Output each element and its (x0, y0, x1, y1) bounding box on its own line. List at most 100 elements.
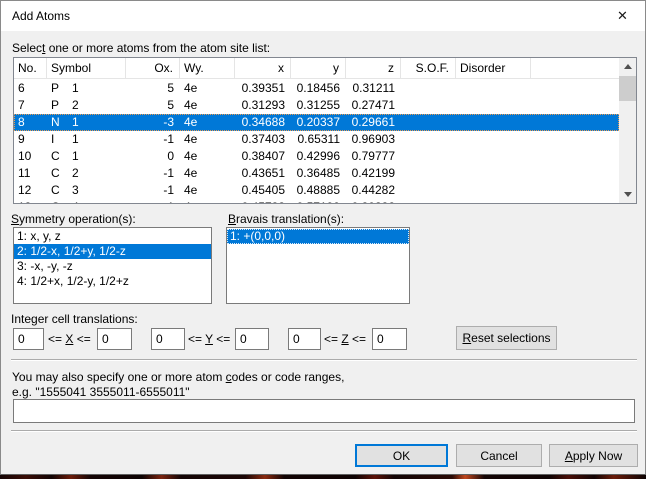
cell-x: 0.45405 (235, 182, 291, 199)
column-header-ox[interactable]: Ox. (126, 58, 180, 78)
codes-hint-line1: You may also specify one or more atom co… (12, 370, 344, 384)
list-item[interactable]: 4: 1/2+x, 1/2-y, 1/2+z (14, 274, 211, 289)
label-mnemonic: Z (341, 332, 348, 346)
apply-now-button[interactable]: Apply Now (549, 444, 638, 467)
cell-sof (401, 182, 456, 199)
column-header-wy[interactable]: Wy. (180, 58, 235, 78)
separator (11, 359, 637, 361)
bravais-translations-listbox[interactable]: 1: +(0,0,0) (226, 227, 410, 304)
cell-ox: -3 (126, 114, 180, 131)
scroll-down-button[interactable] (619, 186, 636, 203)
cell-no: 12 (14, 182, 47, 199)
select-atoms-label: Select one or more atoms from the atom s… (12, 41, 270, 55)
cell-y: 0.18456 (291, 80, 346, 97)
table-row[interactable]: 10C104e0.384070.429960.79777 (14, 148, 619, 165)
label-part: <= (349, 332, 366, 346)
cell-sof (401, 148, 456, 165)
x-min-input[interactable] (13, 328, 44, 350)
cell-wy: 4e (180, 165, 235, 182)
dialog-title: Add Atoms (12, 9, 70, 23)
table-row[interactable]: 12C3-14e0.454050.488850.44282 (14, 182, 619, 199)
table-row[interactable]: 7P254e0.312930.312550.27471 (14, 97, 619, 114)
cell-z: 0.44282 (346, 182, 401, 199)
list-item[interactable]: 1: +(0,0,0) (227, 229, 409, 244)
column-header-y[interactable]: y (291, 58, 346, 78)
add-atoms-dialog: Add Atoms ✕ Select one or more atoms fro… (0, 0, 646, 475)
label-part: Selec (12, 41, 42, 55)
vertical-scrollbar[interactable] (619, 58, 636, 203)
codes-hint-line2: e.g. "1555041 3555011-6555011" (12, 385, 190, 399)
scrollbar-thumb[interactable] (619, 76, 636, 101)
scroll-up-button[interactable] (619, 58, 636, 75)
cell-z: 0.96903 (346, 131, 401, 148)
cell-symbol: P2 (47, 97, 126, 114)
cell-ox: -1 (126, 165, 180, 182)
cell-disorder (456, 165, 531, 182)
cell-no: 8 (14, 114, 47, 131)
cell-y: 0.48885 (291, 182, 346, 199)
table-row[interactable]: 6P154e0.393510.184560.31211 (14, 80, 619, 97)
cell-wy: 4e (180, 131, 235, 148)
cell-disorder (456, 182, 531, 199)
column-header-disorder[interactable]: Disorder (456, 58, 531, 78)
table-row[interactable]: 11C2-14e0.436510.364850.42199 (14, 165, 619, 182)
titlebar[interactable]: Add Atoms ✕ (1, 1, 645, 31)
z-min-input[interactable] (288, 328, 321, 350)
cell-no: 7 (14, 97, 47, 114)
cell-z: 0.31211 (346, 80, 401, 97)
table-row[interactable]: 8N1-34e0.346880.203370.29661 (14, 114, 619, 131)
cell-symbol: I1 (47, 131, 126, 148)
x-max-input[interactable] (97, 328, 132, 350)
atom-site-list[interactable]: No.SymbolOx.Wy.xyzS.O.F.Disorder 6P154e0… (13, 57, 637, 204)
label-part: <= (324, 332, 341, 346)
atom-table-rows: 6P154e0.393510.184560.312117P254e0.31293… (14, 80, 619, 204)
atom-codes-input[interactable] (13, 399, 635, 423)
arrow-up-icon (624, 64, 632, 69)
ok-button[interactable]: OK (355, 444, 448, 467)
y-min-input[interactable] (151, 328, 185, 350)
cell-x: 0.31293 (235, 97, 291, 114)
cell-sof (401, 114, 456, 131)
cell-sof (401, 97, 456, 114)
cell-y: 0.65311 (291, 131, 346, 148)
cell-wy: 4e (180, 182, 235, 199)
cell-y: 0.57199 (291, 199, 346, 204)
column-header-z[interactable]: z (346, 58, 401, 78)
column-header-x[interactable]: x (235, 58, 291, 78)
list-item[interactable]: 3: -x, -y, -z (14, 259, 211, 274)
label-part: You may also specify one or more atom (12, 370, 226, 384)
cell-x: 0.38407 (235, 148, 291, 165)
cancel-button[interactable]: Cancel (456, 444, 542, 467)
table-row[interactable]: 9I1-14e0.374030.653110.96903 (14, 131, 619, 148)
label-part: one or more atoms from the atom site lis… (45, 41, 270, 55)
label-part: Cancel (480, 449, 517, 463)
column-header-sof[interactable]: S.O.F. (401, 58, 456, 78)
list-item[interactable]: 1: x, y, z (14, 229, 211, 244)
close-icon[interactable]: ✕ (600, 1, 645, 30)
atom-table-header[interactable]: No.SymbolOx.Wy.xyzS.O.F.Disorder (14, 58, 619, 79)
label-mnemonic: S (11, 212, 19, 226)
label-mnemonic: A (565, 449, 573, 463)
cell-z: 0.30332 (346, 199, 401, 204)
column-header-symbol[interactable]: Symbol (47, 58, 126, 78)
symmetry-operations-listbox[interactable]: 1: x, y, z2: 1/2-x, 1/2+y, 1/2-z3: -x, -… (13, 227, 212, 304)
cell-symbol: N1 (47, 114, 126, 131)
bravais-label: Bravais translation(s): (228, 212, 344, 226)
cell-no: 9 (14, 131, 47, 148)
cell-x: 0.37403 (235, 131, 291, 148)
cell-y: 0.31255 (291, 97, 346, 114)
column-header-no[interactable]: No. (14, 58, 47, 78)
cell-ox: -1 (126, 182, 180, 199)
integer-cell-label: Integer cell translations: (11, 312, 138, 326)
reset-selections-button[interactable]: Reset selections (456, 326, 557, 350)
label-part: odes or code ranges, (232, 370, 345, 384)
cell-disorder (456, 114, 531, 131)
list-item[interactable]: 2: 1/2-x, 1/2+y, 1/2-z (14, 244, 211, 259)
table-row[interactable]: 13C4-14e0.457330.571990.30332 (14, 199, 619, 204)
cell-disorder (456, 97, 531, 114)
cell-ox: 0 (126, 148, 180, 165)
z-max-input[interactable] (372, 328, 407, 350)
y-max-input[interactable] (235, 328, 269, 350)
cell-no: 6 (14, 80, 47, 97)
label-part: <= (73, 332, 90, 346)
